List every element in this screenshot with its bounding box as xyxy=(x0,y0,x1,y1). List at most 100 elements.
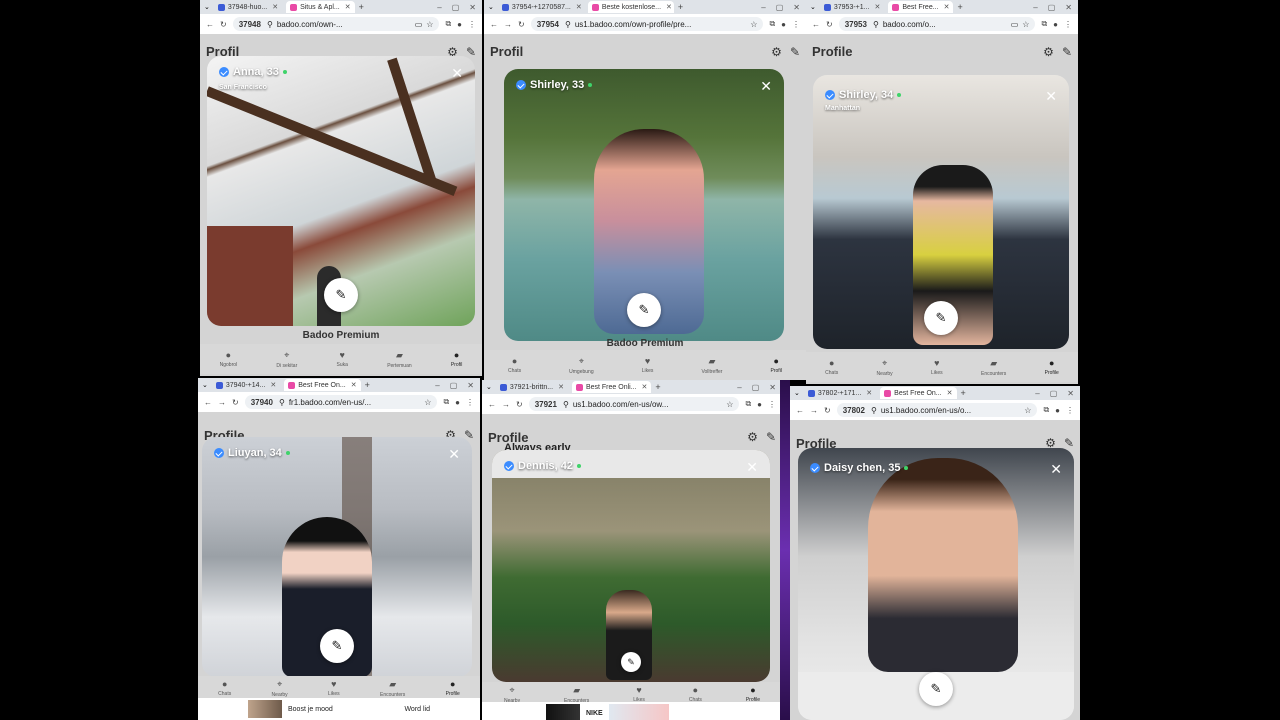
nav-chats[interactable]: ● Chats xyxy=(689,685,702,703)
address-bar[interactable]: 37954 ⚲ us1.badoo.com/own-profile/pre... ☆ xyxy=(530,17,764,31)
address-bar[interactable]: 37948 ⚲ badoo.com/own-... ▭ ☆ xyxy=(232,17,440,31)
close-window-icon[interactable]: ✕ xyxy=(793,3,800,12)
forward-icon[interactable]: → xyxy=(504,20,512,29)
nav-nearby[interactable]: ⌖ Di sekitar xyxy=(276,350,297,369)
extensions-icon[interactable]: ⧉ xyxy=(745,399,751,409)
tab-list-icon[interactable]: ⌄ xyxy=(794,389,800,397)
bookmark-star-icon[interactable]: ☆ xyxy=(1024,406,1031,415)
back-icon[interactable]: ← xyxy=(204,398,212,407)
minimize-icon[interactable]: – xyxy=(1033,3,1037,12)
close-icon[interactable]: ✕ xyxy=(760,79,772,93)
nav-profile[interactable]: ● Profil xyxy=(451,350,462,368)
ad-cta[interactable]: Word lid xyxy=(404,706,430,713)
site-info-icon[interactable]: ⚲ xyxy=(563,400,569,409)
reload-icon[interactable]: ↻ xyxy=(232,398,239,407)
close-tab-icon[interactable]: ✕ xyxy=(947,389,953,397)
profile-photo-card[interactable]: Liuyan, 34 ✕ ✎ xyxy=(202,437,472,677)
edit-photo-button[interactable]: ✎ xyxy=(924,301,958,335)
nav-chats[interactable]: ● Ngobrol xyxy=(220,350,238,368)
tab-1[interactable]: 37953-+1... ✕ xyxy=(820,1,885,13)
forward-icon[interactable]: → xyxy=(810,406,818,415)
close-tab-icon[interactable]: ✕ xyxy=(866,389,872,397)
new-tab-icon[interactable]: + xyxy=(961,388,966,398)
profile-icon[interactable]: ● xyxy=(1055,406,1060,415)
profile-photo-card[interactable]: Anna, 33 San Francisco ✕ ✎ xyxy=(207,56,475,326)
close-tab-icon[interactable]: ✕ xyxy=(666,3,672,11)
nav-nearby[interactable]: ⌖ Nearby xyxy=(877,358,893,377)
premium-banner[interactable]: Badoo Premium xyxy=(200,330,482,341)
settings-gear-icon[interactable]: ⚙ xyxy=(747,430,758,444)
ad-banner[interactable]: NIKE xyxy=(482,702,782,720)
maximize-icon[interactable]: ▢ xyxy=(1050,389,1058,398)
profile-photo-card[interactable]: Shirley, 33 ✕ ✎ xyxy=(504,69,784,341)
close-window-icon[interactable]: ✕ xyxy=(469,3,476,12)
nav-encounters[interactable]: ▰ Encounters xyxy=(564,685,589,704)
extensions-icon[interactable]: ⧉ xyxy=(443,397,449,407)
nav-profile[interactable]: ● Profile xyxy=(446,679,460,697)
minimize-icon[interactable]: – xyxy=(761,3,765,12)
menu-icon[interactable]: ⋮ xyxy=(466,398,474,407)
close-icon[interactable]: ✕ xyxy=(1050,462,1062,476)
back-icon[interactable]: ← xyxy=(206,20,214,29)
profile-photo-card[interactable]: Daisy chen, 35 ✕ ✎ xyxy=(798,448,1074,720)
tab-list-icon[interactable]: ⌄ xyxy=(486,383,492,391)
edit-photo-button[interactable]: ✎ xyxy=(919,672,953,706)
tab-1[interactable]: 37954-+1270587... ✕ xyxy=(498,1,584,13)
close-tab-icon[interactable]: ✕ xyxy=(351,381,357,389)
tab-2[interactable]: Best Free On... ✕ xyxy=(284,379,361,391)
nav-nearby[interactable]: ⌖ Nearby xyxy=(504,685,520,704)
edit-profile-icon[interactable]: ✎ xyxy=(790,45,800,59)
tab-list-icon[interactable]: ⌄ xyxy=(202,381,208,389)
menu-icon[interactable]: ⋮ xyxy=(1066,406,1074,415)
back-icon[interactable]: ← xyxy=(812,20,820,29)
new-tab-icon[interactable]: + xyxy=(359,2,364,12)
site-info-icon[interactable]: ⚲ xyxy=(873,20,879,29)
address-bar[interactable]: 37921 ⚲ us1.badoo.com/en-us/ow... ☆ xyxy=(528,397,740,411)
close-tab-icon[interactable]: ✕ xyxy=(345,3,351,11)
profile-icon[interactable]: ● xyxy=(781,20,786,29)
nav-likes[interactable]: ♥ Likes xyxy=(642,356,654,374)
bookmark-star-icon[interactable]: ☆ xyxy=(750,20,757,29)
maximize-icon[interactable]: ▢ xyxy=(752,383,760,392)
nav-profile[interactable]: ● Profile xyxy=(1045,358,1059,376)
edit-photo-button[interactable]: ✎ xyxy=(324,278,358,312)
bookmark-star-icon[interactable]: ☆ xyxy=(426,20,433,29)
forward-icon[interactable]: → xyxy=(218,398,226,407)
reload-icon[interactable]: ↻ xyxy=(516,400,523,409)
tab-2[interactable]: Beste kostenlose... ✕ xyxy=(587,1,674,13)
forward-icon[interactable]: → xyxy=(502,400,510,409)
premium-banner[interactable]: Badoo Premium xyxy=(484,338,806,349)
nav-encounters[interactable]: ▰ Encounters xyxy=(981,358,1006,377)
cast-icon[interactable]: ▭ xyxy=(1011,20,1019,29)
reload-icon[interactable]: ↻ xyxy=(220,20,227,29)
edit-profile-icon[interactable]: ✎ xyxy=(766,430,776,444)
minimize-icon[interactable]: – xyxy=(1035,389,1039,398)
minimize-icon[interactable]: – xyxy=(437,3,441,12)
nav-nearby[interactable]: ⌖ Umgebung xyxy=(569,356,593,375)
tab-1[interactable]: 37948-huo... ✕ xyxy=(214,1,282,13)
address-bar[interactable]: 37953 ⚲ badoo.com/o... ▭ ☆ xyxy=(838,17,1036,31)
close-tab-icon[interactable]: ✕ xyxy=(642,383,648,391)
edit-photo-button[interactable]: ✎ xyxy=(621,652,641,672)
tab-list-icon[interactable]: ⌄ xyxy=(810,3,816,11)
menu-icon[interactable]: ⋮ xyxy=(1064,20,1072,29)
tab-2[interactable]: Best Free Onli... ✕ xyxy=(571,381,652,393)
nav-profile[interactable]: ● Profil xyxy=(771,356,782,374)
new-tab-icon[interactable]: + xyxy=(957,2,962,12)
reload-icon[interactable]: ↻ xyxy=(824,406,831,415)
back-icon[interactable]: ← xyxy=(488,400,496,409)
bookmark-star-icon[interactable]: ☆ xyxy=(1022,20,1029,29)
maximize-icon[interactable]: ▢ xyxy=(776,3,784,12)
new-tab-icon[interactable]: + xyxy=(655,382,660,392)
maximize-icon[interactable]: ▢ xyxy=(450,381,458,390)
close-icon[interactable]: ✕ xyxy=(448,447,460,461)
close-window-icon[interactable]: ✕ xyxy=(769,383,776,392)
nav-likes[interactable]: ♥ Likes xyxy=(931,358,943,376)
site-info-icon[interactable]: ⚲ xyxy=(267,20,273,29)
tab-2[interactable]: Best Free... ✕ xyxy=(888,1,954,13)
profile-icon[interactable]: ● xyxy=(757,400,762,409)
tab-1[interactable]: 37921-brittn... ✕ xyxy=(496,381,568,393)
nav-likes[interactable]: ♥ Suka xyxy=(337,350,348,368)
new-tab-icon[interactable]: + xyxy=(678,2,683,12)
nav-chats[interactable]: ● Chats xyxy=(508,356,521,374)
